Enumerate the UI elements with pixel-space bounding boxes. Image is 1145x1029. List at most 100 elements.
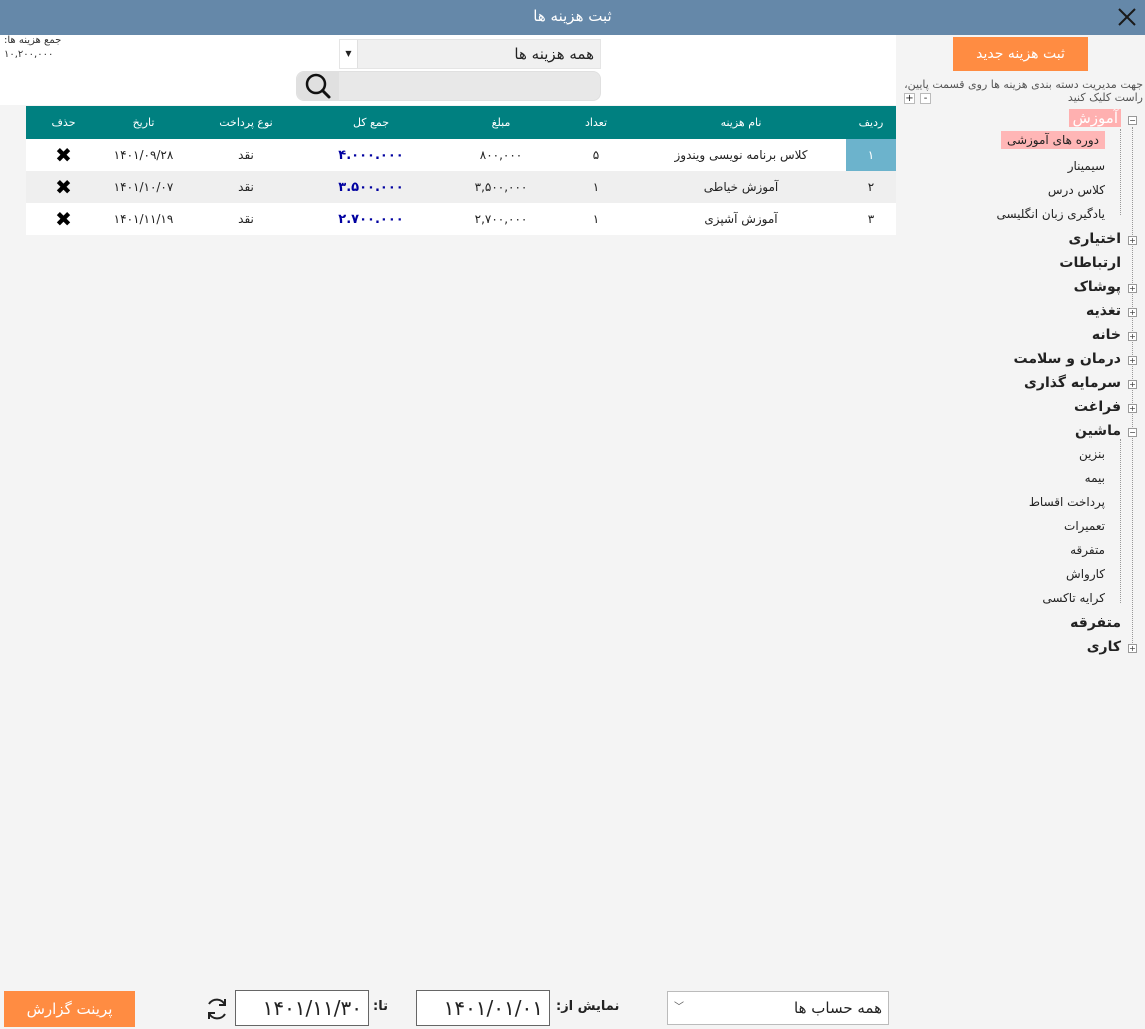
- header-delete[interactable]: حذف: [26, 106, 101, 139]
- tree-node-communications[interactable]: ارتباطات: [1059, 255, 1121, 271]
- tree-leaf-car-misc[interactable]: متفرقه: [1070, 543, 1105, 557]
- zoom-in-button[interactable]: +: [904, 93, 915, 104]
- collapse-icon[interactable]: −: [1128, 428, 1137, 437]
- tree-node-optional[interactable]: اختیاری: [1069, 231, 1121, 247]
- search-input[interactable]: [296, 71, 601, 101]
- to-date-label: تا:: [373, 999, 388, 1014]
- delete-icon[interactable]: ✖: [55, 177, 72, 197]
- expand-icon[interactable]: +: [1128, 356, 1137, 365]
- price: ۸۰۰,۰۰۰: [479, 148, 523, 162]
- tree-node-food[interactable]: تغذیه: [1086, 303, 1121, 319]
- price: ۳,۵۰۰,۰۰۰: [474, 180, 528, 194]
- chevron-down-icon[interactable]: ﹀: [674, 992, 684, 1024]
- search-button[interactable]: [297, 72, 339, 100]
- from-date-label: نمایش از:: [556, 999, 620, 1014]
- expense-name: کلاس برنامه نویسی ویندوز: [674, 148, 808, 162]
- date: ۱۴۰۱/۱۰/۰۷: [113, 180, 174, 194]
- quantity: ۱: [592, 180, 600, 194]
- table-row[interactable]: ۳ آموزش آشپزی ۱ ۲,۷۰۰,۰۰۰ ۲.۷۰۰.۰۰۰ نقد …: [26, 203, 896, 235]
- tree-node-health[interactable]: درمان و سلامت: [1014, 351, 1121, 367]
- expenses-table: ردیف نام هزینه تعداد مبلغ جمع کل نوع پرد…: [26, 106, 896, 235]
- tree-node-car[interactable]: ماشین: [1075, 423, 1121, 439]
- new-expense-button[interactable]: ثبت هزینه جدید: [953, 37, 1088, 71]
- tree-node-misc[interactable]: متفرقه: [1070, 615, 1121, 631]
- total: ۲.۷۰۰.۰۰۰: [338, 211, 404, 227]
- tree-node-clothing[interactable]: پوشاک: [1074, 279, 1121, 295]
- row-number: ۳: [867, 212, 875, 226]
- window-title: ثبت هزینه ها: [533, 7, 612, 25]
- delete-icon[interactable]: ✖: [55, 209, 72, 229]
- header-payment-type[interactable]: نوع پرداخت: [186, 106, 306, 139]
- tree-leaf-insurance[interactable]: بیمه: [1085, 471, 1105, 485]
- account-select[interactable]: ﹀ همه حساب ها: [667, 991, 889, 1025]
- delete-icon[interactable]: ✖: [55, 145, 72, 165]
- table-row[interactable]: ۲ آموزش خیاطی ۱ ۳,۵۰۰,۰۰۰ ۳.۵۰۰.۰۰۰ نقد …: [26, 171, 896, 203]
- expand-icon[interactable]: +: [1128, 236, 1137, 245]
- tree-leaf-repairs[interactable]: تعمیرات: [1064, 519, 1105, 533]
- total: ۴.۰۰۰.۰۰۰: [338, 147, 404, 163]
- payment-type: نقد: [238, 180, 254, 194]
- expand-icon[interactable]: +: [1128, 404, 1137, 413]
- tree-leaf-fuel[interactable]: بنزین: [1079, 447, 1105, 461]
- expand-icon[interactable]: +: [1128, 308, 1137, 317]
- expand-icon[interactable]: +: [1128, 284, 1137, 293]
- tree-node-work[interactable]: کاری: [1087, 639, 1121, 655]
- print-report-button[interactable]: پرینت گزارش: [4, 991, 135, 1027]
- to-date-field[interactable]: ۱۴۰۱/۱۱/۳۰: [235, 990, 369, 1026]
- tree-leaf-taxi[interactable]: کرایه تاکسی: [1042, 591, 1105, 605]
- total: ۳.۵۰۰.۰۰۰: [338, 179, 404, 195]
- refresh-icon[interactable]: [203, 995, 231, 1023]
- payment-type: نقد: [238, 148, 254, 162]
- row-number: ۲: [867, 180, 875, 194]
- close-icon[interactable]: [1115, 5, 1139, 29]
- from-date-field[interactable]: ۱۴۰۱/۰۱/۰۱: [416, 990, 550, 1026]
- table-header: ردیف نام هزینه تعداد مبلغ جمع کل نوع پرد…: [26, 106, 896, 139]
- date: ۱۴۰۱/۰۹/۲۸: [113, 148, 174, 162]
- header-row-number[interactable]: ردیف: [846, 106, 896, 139]
- expand-icon[interactable]: +: [1128, 380, 1137, 389]
- quantity: ۱: [592, 212, 600, 226]
- tree-leaf-english[interactable]: یادگیری زبان انگلیسی: [996, 207, 1105, 221]
- payment-type: نقد: [238, 212, 254, 226]
- collapse-icon[interactable]: −: [1128, 116, 1137, 125]
- tree-leaf-seminar[interactable]: سیمینار: [1068, 159, 1105, 173]
- expand-icon[interactable]: +: [1128, 644, 1137, 653]
- tree-node-home[interactable]: خانه: [1092, 327, 1121, 343]
- delete-button[interactable]: ✖: [26, 139, 101, 171]
- expense-name: آموزش آشپزی: [704, 212, 778, 226]
- tree-connector: [1120, 129, 1121, 215]
- tree-leaf-class[interactable]: کلاس درس: [1048, 183, 1105, 197]
- category-hint: جهت مدیریت دسته بندی هزینه ها روی قسمت پ…: [904, 78, 1143, 104]
- delete-button[interactable]: ✖: [26, 203, 101, 235]
- expense-name: آموزش خیاطی: [703, 180, 779, 194]
- tree-leaf-courses[interactable]: دوره های آموزشی: [1000, 131, 1105, 149]
- total-expenses-label: جمع هزینه ها:: [4, 35, 62, 46]
- dropdown-arrow-icon[interactable]: ▼: [340, 40, 358, 68]
- tree-node-education[interactable]: آموزش: [1069, 109, 1121, 127]
- expense-filter-value: همه هزینه ها: [514, 45, 594, 63]
- tree-leaf-installments[interactable]: پرداخت اقساط: [1029, 495, 1105, 509]
- expand-icon[interactable]: +: [1128, 332, 1137, 341]
- tree-node-leisure[interactable]: فراغت: [1074, 399, 1121, 415]
- search-icon: [305, 73, 331, 99]
- tree-connector: [1132, 127, 1133, 653]
- header-expense-name[interactable]: نام هزینه: [636, 106, 846, 139]
- zoom-out-button[interactable]: -: [920, 93, 931, 104]
- date: ۱۴۰۱/۱۱/۱۹: [113, 212, 174, 226]
- header-price[interactable]: مبلغ: [436, 106, 566, 139]
- tree-connector: [1120, 439, 1121, 603]
- header-total[interactable]: جمع کل: [306, 106, 436, 139]
- category-tree: − آموزش دوره های آموزشی سیمینار کلاس درس…: [897, 105, 1145, 675]
- title-bar: ثبت هزینه ها: [0, 0, 1145, 35]
- header-date[interactable]: تاریخ: [101, 106, 186, 139]
- delete-button[interactable]: ✖: [26, 171, 101, 203]
- tree-leaf-carwash[interactable]: کارواش: [1066, 567, 1105, 581]
- quantity: ۵: [592, 148, 600, 162]
- expense-filter-select[interactable]: ▼ همه هزینه ها: [339, 39, 601, 69]
- price: ۲,۷۰۰,۰۰۰: [474, 212, 528, 226]
- table-row[interactable]: ۱ کلاس برنامه نویسی ویندوز ۵ ۸۰۰,۰۰۰ ۴.۰…: [26, 139, 896, 171]
- tree-node-investment[interactable]: سرمایه گذاری: [1024, 375, 1121, 391]
- account-select-value: همه حساب ها: [794, 999, 882, 1017]
- header-quantity[interactable]: تعداد: [571, 106, 621, 139]
- total-expenses-value: ۱۰,۲۰۰,۰۰۰: [4, 49, 54, 60]
